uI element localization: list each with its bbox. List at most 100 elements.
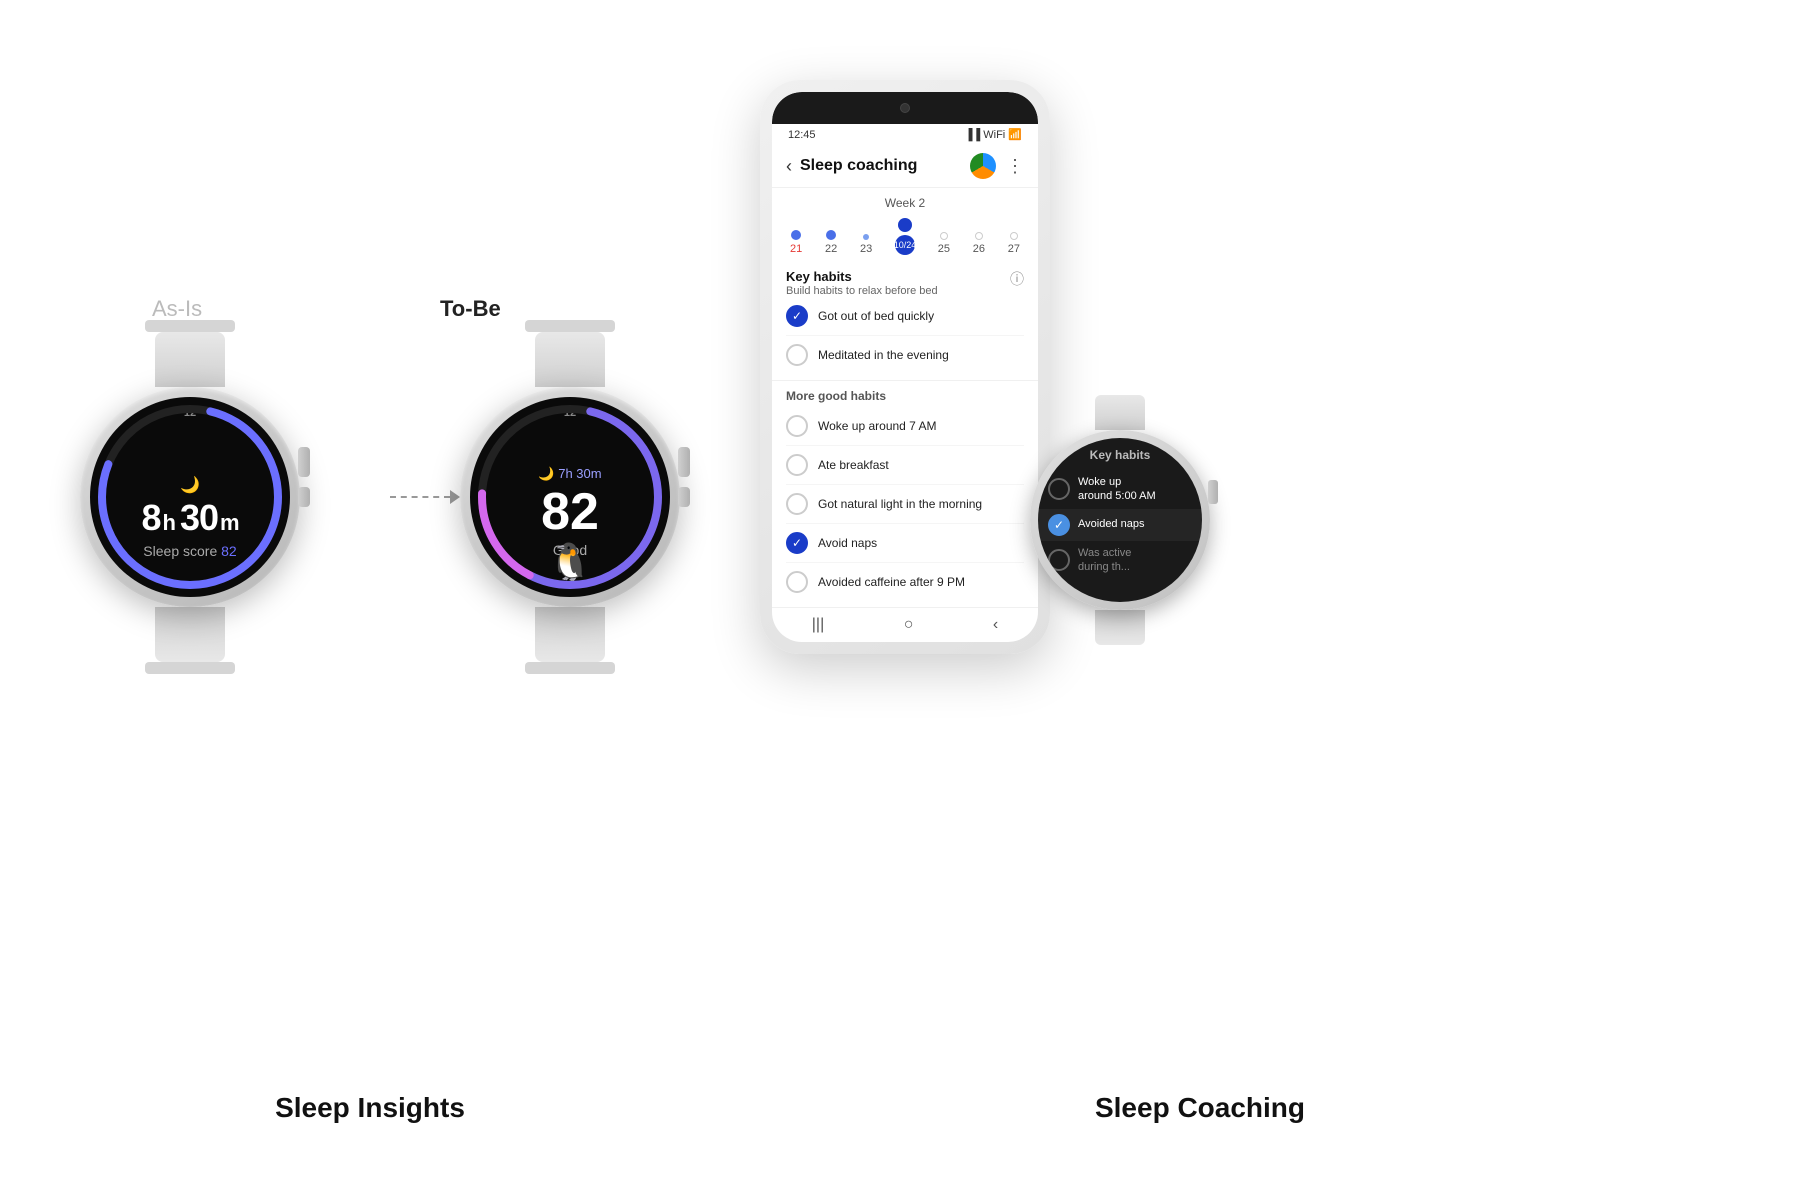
key-habits-section: Key habits Build habits to relax before … (772, 259, 1038, 381)
band-bottom-2 (525, 662, 615, 674)
daynum-26: 26 (973, 243, 985, 255)
more-habit-5: Avoided caffeine after 9 PM (786, 563, 1024, 601)
watch-screen-asis: 12 🌙 8h 30m Sleep score 82 (90, 397, 290, 597)
watch-crown2 (298, 487, 310, 507)
more-text-5: Avoided caffeine after 9 PM (818, 575, 965, 589)
penguin-icon: 🐧 (548, 541, 593, 583)
daynum-24: 10/24 (895, 235, 915, 255)
band-strap-bottom (155, 607, 225, 662)
asis-label: As-Is (152, 296, 202, 322)
kh-text-3: Was activeduring th... (1078, 546, 1131, 575)
dot-25 (940, 232, 948, 240)
watch-body-2: 12 🌙 7h 30m 82 Good 🐧 (460, 387, 680, 607)
arrow-line (390, 496, 450, 498)
day-26[interactable]: 26 (973, 232, 985, 255)
app-title: Sleep coaching (800, 157, 917, 175)
daynum-27: 27 (1008, 243, 1020, 255)
habit-text-1: Got out of bed quickly (818, 309, 934, 323)
small-watch-body: Key habits Woke uparound 5:00 AM ✓ Avoid… (1030, 430, 1210, 610)
band-strap-top (155, 332, 225, 387)
watch-tobe: 12 🌙 7h 30m 82 Good 🐧 (460, 320, 680, 674)
day-21[interactable]: 21 (790, 230, 802, 255)
small-watch-crown (1208, 480, 1218, 504)
watch-body: 12 🌙 8h 30m Sleep score 82 (80, 387, 300, 607)
info-button[interactable]: ⓘ (1010, 269, 1024, 289)
watch-screen-tobe: 12 🌙 7h 30m 82 Good 🐧 (470, 397, 670, 597)
more-check-4: ✓ (786, 532, 808, 554)
small-band-top (1095, 395, 1145, 430)
habit-check-2 (786, 344, 808, 366)
small-watch-outer: Key habits Woke uparound 5:00 AM ✓ Avoid… (1030, 395, 1210, 645)
habits-header: Key habits Build habits to relax before … (786, 269, 1024, 297)
band-top (145, 320, 235, 332)
day-24[interactable]: 10/24 (895, 218, 915, 255)
phone-bottom-nav: ||| ○ ‹ (772, 607, 1038, 642)
more-habit-4: ✓ Avoid naps (786, 524, 1024, 563)
week-label: Week 2 (786, 196, 1024, 210)
app-header-left: ‹ Sleep coaching (786, 156, 917, 177)
dot-22 (826, 230, 836, 240)
watch-crown-4 (678, 487, 690, 507)
band-bottom (145, 662, 235, 674)
day-25[interactable]: 25 (938, 232, 950, 255)
arrow-head (450, 490, 460, 504)
kh-item-3: Was activeduring th... (1038, 541, 1202, 580)
kh-title: Key habits (1090, 448, 1151, 462)
day-22[interactable]: 22 (825, 230, 837, 255)
daynum-25: 25 (938, 243, 950, 255)
more-habit-3: Got natural light in the morning (786, 485, 1024, 524)
band-strap-bottom-2 (535, 607, 605, 662)
more-text-4: Avoid naps (818, 536, 877, 550)
back-button[interactable]: ‹ (786, 156, 792, 177)
nav-menu[interactable]: ||| (812, 616, 824, 634)
kh-text-2: Avoided naps (1078, 517, 1144, 531)
band-top-2 (525, 320, 615, 332)
more-habits-section: More good habits Woke up around 7 AM Ate… (772, 381, 1038, 607)
habit-item-1: ✓ Got out of bed quickly (786, 297, 1024, 336)
more-check-3 (786, 493, 808, 515)
more-text-2: Ate breakfast (818, 458, 889, 472)
habit-item-2: Meditated in the evening (786, 336, 1024, 374)
app-header-right: ⋮ (970, 153, 1024, 179)
habit-text-2: Meditated in the evening (818, 348, 949, 362)
more-habit-2: Ate breakfast (786, 446, 1024, 485)
day-23[interactable]: 23 (860, 234, 872, 255)
dot-27 (1010, 232, 1018, 240)
watch-crown (298, 447, 310, 477)
more-text-3: Got natural light in the morning (818, 497, 982, 511)
phone-inner: 12:45 ▐▐ WiFi 📶 ‹ Sleep coaching ⋮ Week … (772, 92, 1038, 642)
app-logo (970, 153, 996, 179)
phone-status-bar: 12:45 ▐▐ WiFi 📶 (772, 124, 1038, 145)
week-selector: Week 2 21 22 23 (772, 188, 1038, 259)
kh-circle-1 (1048, 478, 1070, 500)
day-row: 21 22 23 10/24 (786, 218, 1024, 255)
dot-24 (898, 218, 912, 232)
app-header: ‹ Sleep coaching ⋮ (772, 145, 1038, 188)
small-band-bottom (1095, 610, 1145, 645)
nav-back[interactable]: ‹ (993, 616, 998, 634)
band-strap-top-2 (535, 332, 605, 387)
arrow (390, 490, 460, 504)
tobe-label: To-Be (440, 296, 501, 322)
more-button[interactable]: ⋮ (1006, 156, 1024, 177)
watch-arc-svg (90, 397, 290, 597)
phone-notch (772, 92, 1038, 124)
daynum-23: 23 (860, 243, 872, 255)
day-27[interactable]: 27 (1008, 232, 1020, 255)
more-habits-title: More good habits (786, 389, 1024, 403)
more-check-5 (786, 571, 808, 593)
more-check-1 (786, 415, 808, 437)
sleep-insights-label: Sleep Insights (80, 1092, 660, 1124)
nav-home[interactable]: ○ (904, 616, 914, 634)
dot-23 (863, 234, 869, 240)
dot-26 (975, 232, 983, 240)
more-habit-1: Woke up around 7 AM (786, 407, 1024, 446)
status-icons: ▐▐ WiFi 📶 (965, 128, 1022, 141)
habits-title: Key habits (786, 269, 938, 284)
kh-circle-2: ✓ (1048, 514, 1070, 536)
sleep-coaching-label: Sleep Coaching (900, 1092, 1500, 1124)
more-check-2 (786, 454, 808, 476)
watch-crown-3 (678, 447, 690, 477)
key-habits-watch: Key habits Woke uparound 5:00 AM ✓ Avoid… (1030, 395, 1210, 645)
kh-item-2: ✓ Avoided naps (1038, 509, 1202, 541)
